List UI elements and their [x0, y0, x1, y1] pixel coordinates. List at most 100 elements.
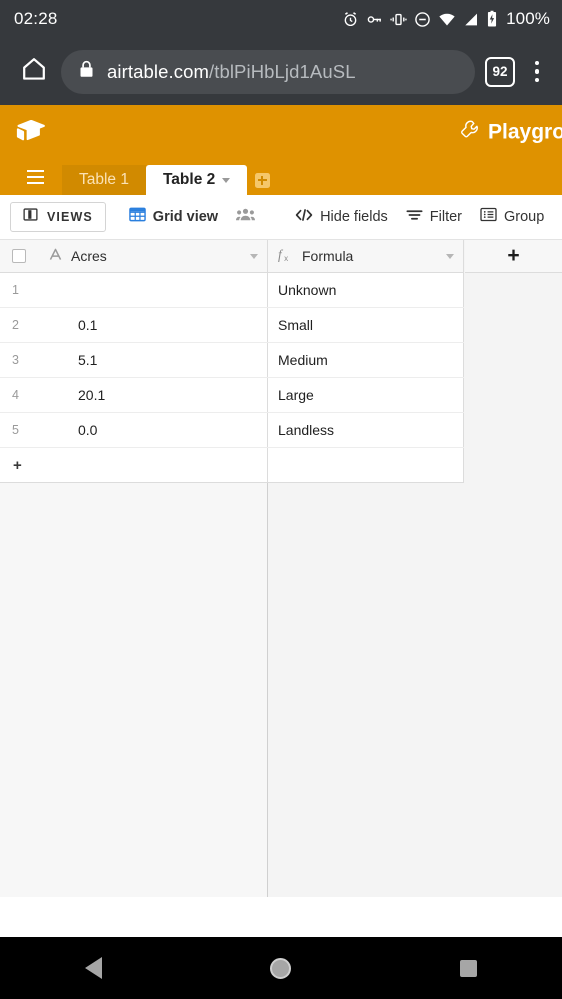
cell-acres[interactable]: 20.1 — [38, 378, 268, 412]
android-nav-bar — [0, 937, 562, 999]
cell-acres[interactable]: 5.1 — [38, 343, 268, 377]
list-icon — [480, 207, 497, 227]
table-tab-2[interactable]: Table 2 — [145, 165, 248, 195]
lock-icon — [79, 60, 94, 83]
airtable-logo-icon[interactable] — [16, 119, 46, 145]
wrench-icon — [460, 120, 479, 145]
grid-view-label: Grid view — [152, 209, 219, 225]
home-button[interactable] — [13, 51, 55, 93]
add-row-acres-filler — [38, 448, 268, 482]
column-header-acres[interactable]: Acres — [38, 240, 268, 272]
hide-fields-label: Hide fields — [320, 209, 388, 225]
status-icon-tray: 100% — [342, 9, 550, 29]
row-number: 3 — [12, 353, 19, 367]
filter-label: Filter — [429, 209, 463, 225]
table-row[interactable]: 3 5.1 Medium — [0, 343, 464, 378]
table-row[interactable]: 4 20.1 Large — [0, 378, 464, 413]
select-all-cell[interactable] — [0, 240, 38, 272]
vibrate-icon — [390, 11, 407, 28]
collaborators-button[interactable] — [227, 199, 264, 235]
recents-square-icon — [459, 959, 477, 977]
column-header-formula[interactable]: f x Formula — [268, 240, 464, 272]
grid-header-row: Acres f x Formula — [0, 240, 464, 273]
cell-formula[interactable]: Landless — [268, 413, 464, 447]
funnel-icon — [406, 208, 423, 227]
nav-back-button[interactable] — [59, 937, 129, 999]
column-header-formula-label: Formula — [302, 248, 354, 264]
group-label: Group — [504, 209, 545, 225]
do-not-disturb-icon — [414, 11, 431, 28]
view-toolbar: VIEWS Grid view Hide fields Filter Group — [0, 195, 562, 240]
cell-formula[interactable]: Small — [268, 308, 464, 342]
table-tab-1[interactable]: Table 1 — [62, 165, 146, 195]
workspace-title: Playgrou — [460, 120, 562, 145]
battery-percent-label: 100% — [506, 9, 550, 28]
vpn-key-icon — [366, 11, 383, 28]
checkbox-icon[interactable] — [12, 249, 26, 263]
views-button[interactable]: VIEWS — [10, 202, 106, 232]
cell-formula[interactable]: Unknown — [268, 273, 464, 307]
table-row[interactable]: 2 0.1 Small — [0, 308, 464, 343]
url-domain: airtable.com — [107, 60, 209, 82]
battery-charging-icon — [486, 10, 498, 28]
table-tab-2-label: Table 2 — [162, 171, 216, 188]
status-clock: 02:28 — [14, 9, 58, 28]
add-row-label: + — [13, 456, 22, 474]
views-button-label: VIEWS — [47, 210, 93, 224]
cell-acres[interactable] — [38, 273, 268, 307]
group-button[interactable]: Group — [471, 199, 553, 235]
panel-icon — [23, 207, 38, 227]
grid-icon — [129, 206, 146, 228]
add-row-formula-filler — [268, 448, 464, 482]
grid-table: Acres f x Formula 1 Unknown 2 0.1 Small … — [0, 240, 464, 483]
address-bar[interactable]: airtable.com/tblPiHbLjd1AuSL — [61, 49, 475, 94]
text-field-icon — [48, 247, 63, 265]
browser-toolbar: airtable.com/tblPiHbLjd1AuSL 92 — [0, 38, 562, 105]
phone-screen: 02:28 100% airtable.com/tblPiHbLjd1AuSL … — [0, 0, 562, 999]
svg-text:x: x — [284, 254, 288, 263]
nav-home-button[interactable] — [246, 937, 316, 999]
chevron-down-icon[interactable] — [222, 177, 231, 183]
airtable-header: Playgrou — [0, 105, 562, 159]
grid-container: + Acres f x Formula 1 Unknown 2 0.1 Smal… — [0, 240, 562, 897]
address-bar-text: airtable.com/tblPiHbLjd1AuSL — [107, 61, 356, 83]
formula-icon: f x — [278, 247, 294, 266]
hide-fields-button[interactable]: Hide fields — [286, 199, 397, 235]
row-number: 2 — [12, 318, 19, 332]
filter-button[interactable]: Filter — [397, 199, 471, 235]
android-status-bar: 02:28 100% — [0, 0, 562, 38]
chevron-down-icon[interactable] — [446, 253, 454, 259]
code-brackets-icon — [295, 208, 313, 227]
cell-acres[interactable]: 0.0 — [38, 413, 268, 447]
alarm-icon — [342, 11, 359, 28]
home-icon — [20, 55, 48, 88]
add-field-button[interactable]: + — [465, 240, 562, 273]
add-table-button[interactable] — [247, 165, 277, 195]
people-icon — [236, 207, 256, 227]
table-tab-strip: Table 1 Table 2 — [0, 159, 562, 195]
home-circle-icon — [270, 957, 292, 979]
tab-counter-button[interactable]: 92 — [485, 56, 515, 87]
plus-icon — [254, 172, 270, 188]
table-tab-1-label: Table 1 — [79, 171, 129, 188]
svg-text:f: f — [278, 247, 284, 262]
cell-formula[interactable]: Medium — [268, 343, 464, 377]
nav-recents-button[interactable] — [433, 937, 503, 999]
wifi-icon — [438, 11, 456, 28]
hamburger-icon[interactable] — [18, 159, 52, 195]
table-row[interactable]: 5 0.0 Landless — [0, 413, 464, 448]
cell-formula[interactable]: Large — [268, 378, 464, 412]
add-row-button[interactable]: + — [0, 448, 464, 483]
grid-view-button[interactable]: Grid view — [120, 199, 227, 235]
workspace-title-label: Playgrou — [488, 120, 562, 143]
overflow-menu-icon[interactable] — [521, 60, 553, 83]
chevron-down-icon[interactable] — [250, 253, 258, 259]
column-header-acres-label: Acres — [71, 248, 107, 264]
table-row[interactable]: 1 Unknown — [0, 273, 464, 308]
back-triangle-icon — [85, 957, 103, 979]
row-number: 1 — [12, 283, 19, 297]
cell-acres[interactable]: 0.1 — [38, 308, 268, 342]
cell-signal-icon — [463, 11, 479, 28]
row-number: 4 — [12, 388, 19, 402]
url-path: /tblPiHbLjd1AuSL — [208, 60, 356, 82]
